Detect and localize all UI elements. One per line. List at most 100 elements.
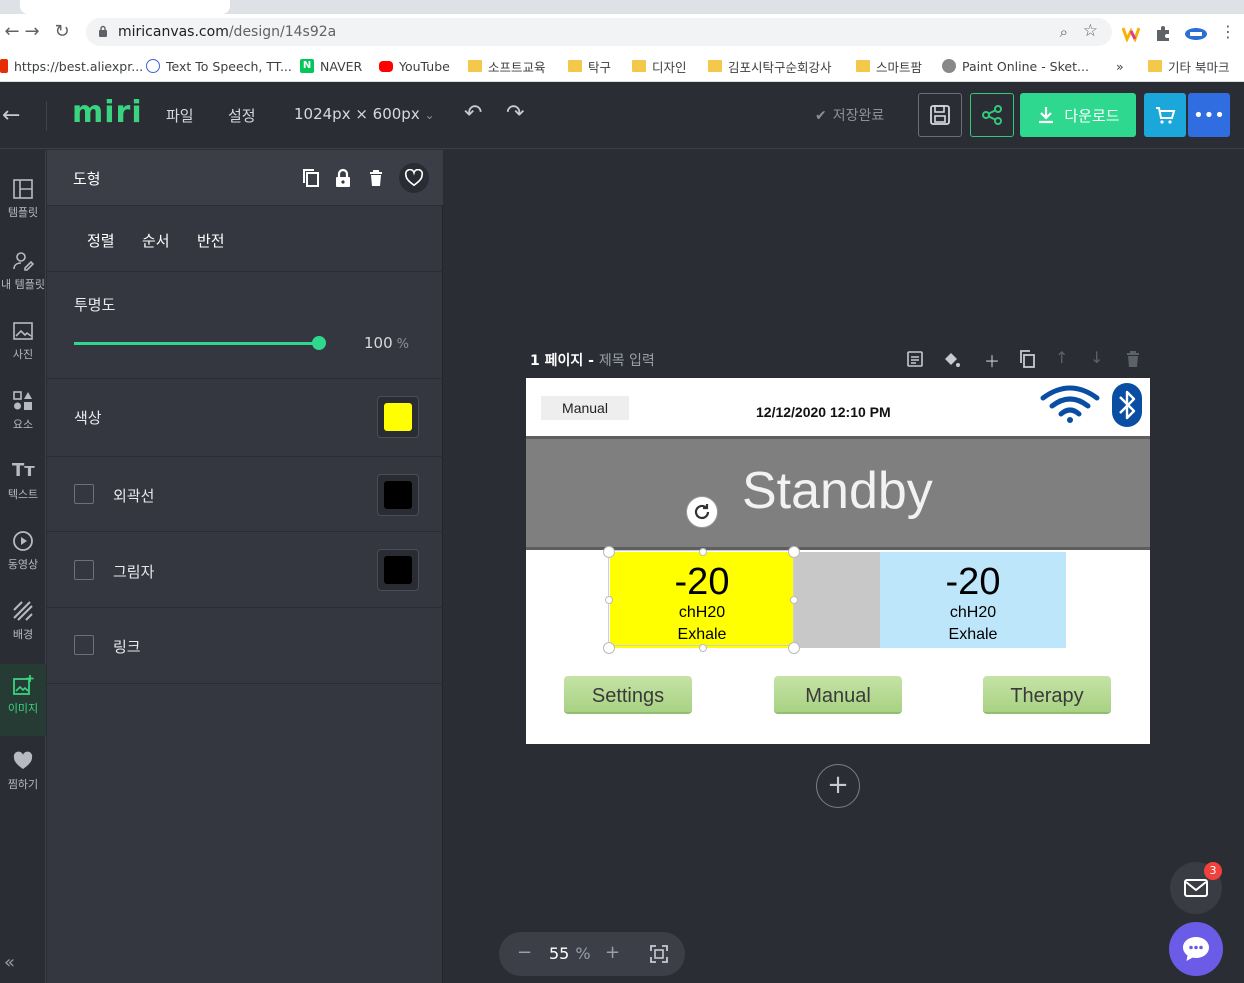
rotate-handle[interactable]: [686, 496, 718, 528]
extensions-puzzle-icon[interactable]: [1154, 24, 1172, 42]
favorite-button[interactable]: [399, 163, 429, 193]
extension-w-icon[interactable]: [1121, 24, 1141, 43]
tab-align[interactable]: 정렬: [87, 230, 115, 251]
bookmark-folder[interactable]: 스마트팜: [856, 56, 922, 76]
resize-handle-top-right[interactable]: [788, 546, 800, 558]
link-checkbox[interactable]: [74, 635, 94, 655]
bookmark-folder[interactable]: 소프트교육: [468, 56, 546, 76]
resize-handle-top-left[interactable]: [603, 546, 615, 558]
add-page-plus-icon[interactable]: ＋: [984, 348, 1000, 372]
bookmark-folder[interactable]: 탁구: [568, 56, 611, 76]
zoom-value[interactable]: 55%: [549, 944, 591, 963]
opacity-slider-track[interactable]: [74, 342, 318, 345]
save-button[interactable]: [918, 93, 962, 137]
address-bar[interactable]: miricanvas.com/design/14s92a ⌕ ☆: [86, 18, 1112, 46]
undo-icon[interactable]: ↶: [464, 101, 482, 126]
page-memo-icon[interactable]: [906, 350, 924, 368]
page-title[interactable]: 1 페이지 - 제목 입력: [530, 350, 655, 370]
rail-item-my-templates[interactable]: 내 템플릿: [0, 244, 46, 308]
shadow-color-button[interactable]: [377, 549, 419, 591]
more-options-button[interactable]: •••: [1188, 93, 1230, 137]
outline-color-button[interactable]: [377, 474, 419, 516]
canvas-size-select[interactable]: 1024px × 600px ⌄: [294, 105, 435, 123]
delete-page-icon[interactable]: [1125, 350, 1141, 368]
bookmark-star-icon[interactable]: ☆: [1083, 21, 1098, 41]
url-text: miricanvas.com/design/14s92a: [118, 24, 337, 40]
download-icon: [1039, 107, 1054, 124]
tab-flip[interactable]: 반전: [197, 230, 225, 251]
left-pressure-box[interactable]: -20 chH20 Exhale: [610, 552, 794, 648]
zoom-icon[interactable]: ⌕: [1060, 23, 1068, 41]
more-bookmarks-icon[interactable]: »: [1116, 56, 1124, 76]
rail-item-images[interactable]: 이미지: [0, 664, 46, 736]
color-swatch-button[interactable]: [377, 396, 419, 438]
bookmark-item[interactable]: Text To Speech, TT...: [146, 56, 292, 76]
page-background-fill-icon[interactable]: [942, 350, 960, 368]
therapy-button[interactable]: Therapy: [983, 676, 1111, 712]
back-arrow-icon[interactable]: ←: [2, 103, 20, 128]
rail-item-photos[interactable]: 사진: [0, 314, 46, 378]
bluetooth-icon[interactable]: [1112, 383, 1142, 427]
rail-label: 이미지: [7, 702, 39, 715]
rail-item-elements[interactable]: 요소: [0, 384, 46, 448]
opacity-slider-handle[interactable]: [312, 336, 326, 350]
collapse-panel-icon[interactable]: «: [4, 952, 15, 973]
browser-reload-icon[interactable]: ↻: [50, 20, 74, 44]
right-pressure-box[interactable]: -20 chH20 Exhale: [880, 552, 1066, 648]
browser-menu-icon[interactable]: ⋮: [1216, 20, 1240, 44]
miri-logo[interactable]: miri: [72, 95, 143, 130]
move-page-down-icon[interactable]: ↓: [1090, 348, 1103, 367]
rail-item-background[interactable]: 배경: [0, 594, 46, 658]
resize-handle-bottom-left[interactable]: [603, 642, 615, 654]
trash-icon[interactable]: [366, 168, 386, 188]
duplicate-icon[interactable]: [301, 168, 321, 188]
design-page-canvas[interactable]: Manual 12/12/2020 12:10 PM Standby -20 c…: [526, 378, 1150, 744]
bookmark-item[interactable]: YouTube: [379, 56, 450, 76]
rail-item-video[interactable]: 동영상: [0, 524, 46, 588]
menu-file[interactable]: 파일: [166, 105, 194, 126]
browser-forward-icon[interactable]: →: [20, 20, 44, 44]
page-title-input[interactable]: 제목 입력: [599, 353, 655, 369]
rail-item-templates[interactable]: 템플릿: [0, 172, 46, 236]
manual-button[interactable]: Manual: [774, 676, 902, 712]
lock-icon[interactable]: [333, 168, 353, 188]
bookmark-item[interactable]: Paint Online - Sket...: [942, 56, 1089, 76]
page-duplicate-icon[interactable]: [1018, 349, 1036, 369]
share-button[interactable]: [970, 93, 1014, 137]
chat-button[interactable]: [1169, 922, 1223, 976]
status-banner[interactable]: Standby: [526, 436, 1150, 550]
bookmark-folder[interactable]: 김포시탁구순회강사: [708, 56, 832, 76]
bookmark-item[interactable]: N NAVER: [300, 56, 362, 76]
canvas-size-value: 1024px × 600px: [294, 105, 420, 123]
rail-item-favorites[interactable]: 찜하기: [0, 744, 46, 808]
resize-handle-left[interactable]: [605, 596, 613, 604]
resize-handle-bottom-right[interactable]: [788, 642, 800, 654]
middle-gray-box[interactable]: [794, 552, 880, 648]
zoom-in-icon[interactable]: +: [605, 942, 620, 963]
opacity-value[interactable]: 100%: [364, 334, 409, 352]
redo-icon[interactable]: ↷: [506, 101, 524, 126]
other-bookmarks-folder[interactable]: 기타 북마크: [1148, 56, 1229, 76]
extension-cloud-icon[interactable]: [1184, 24, 1208, 42]
fit-screen-icon[interactable]: [649, 944, 669, 964]
resize-handle-top[interactable]: [699, 548, 707, 556]
outline-checkbox[interactable]: [74, 484, 94, 504]
browser-tab-active[interactable]: [20, 0, 230, 14]
wifi-icon[interactable]: [1040, 384, 1100, 424]
zoom-out-icon[interactable]: −: [517, 942, 532, 963]
mode-tag[interactable]: Manual: [541, 396, 629, 420]
tab-order[interactable]: 순서: [142, 230, 170, 251]
menu-settings[interactable]: 설정: [228, 105, 256, 126]
shadow-checkbox[interactable]: [74, 560, 94, 580]
add-page-button[interactable]: +: [816, 764, 860, 808]
bookmark-folder[interactable]: 디자인: [632, 56, 687, 76]
datetime-text[interactable]: 12/12/2020 12:10 PM: [756, 404, 891, 420]
cart-button[interactable]: [1144, 93, 1186, 137]
resize-handle-right[interactable]: [790, 596, 798, 604]
bookmark-item[interactable]: https://best.aliexpr...: [0, 56, 143, 76]
download-button[interactable]: 다운로드: [1020, 93, 1136, 137]
resize-handle-bottom[interactable]: [699, 644, 707, 652]
settings-button[interactable]: Settings: [564, 676, 692, 712]
move-page-up-icon[interactable]: ↑: [1055, 348, 1068, 367]
rail-item-text[interactable]: Tт 텍스트: [0, 454, 46, 518]
